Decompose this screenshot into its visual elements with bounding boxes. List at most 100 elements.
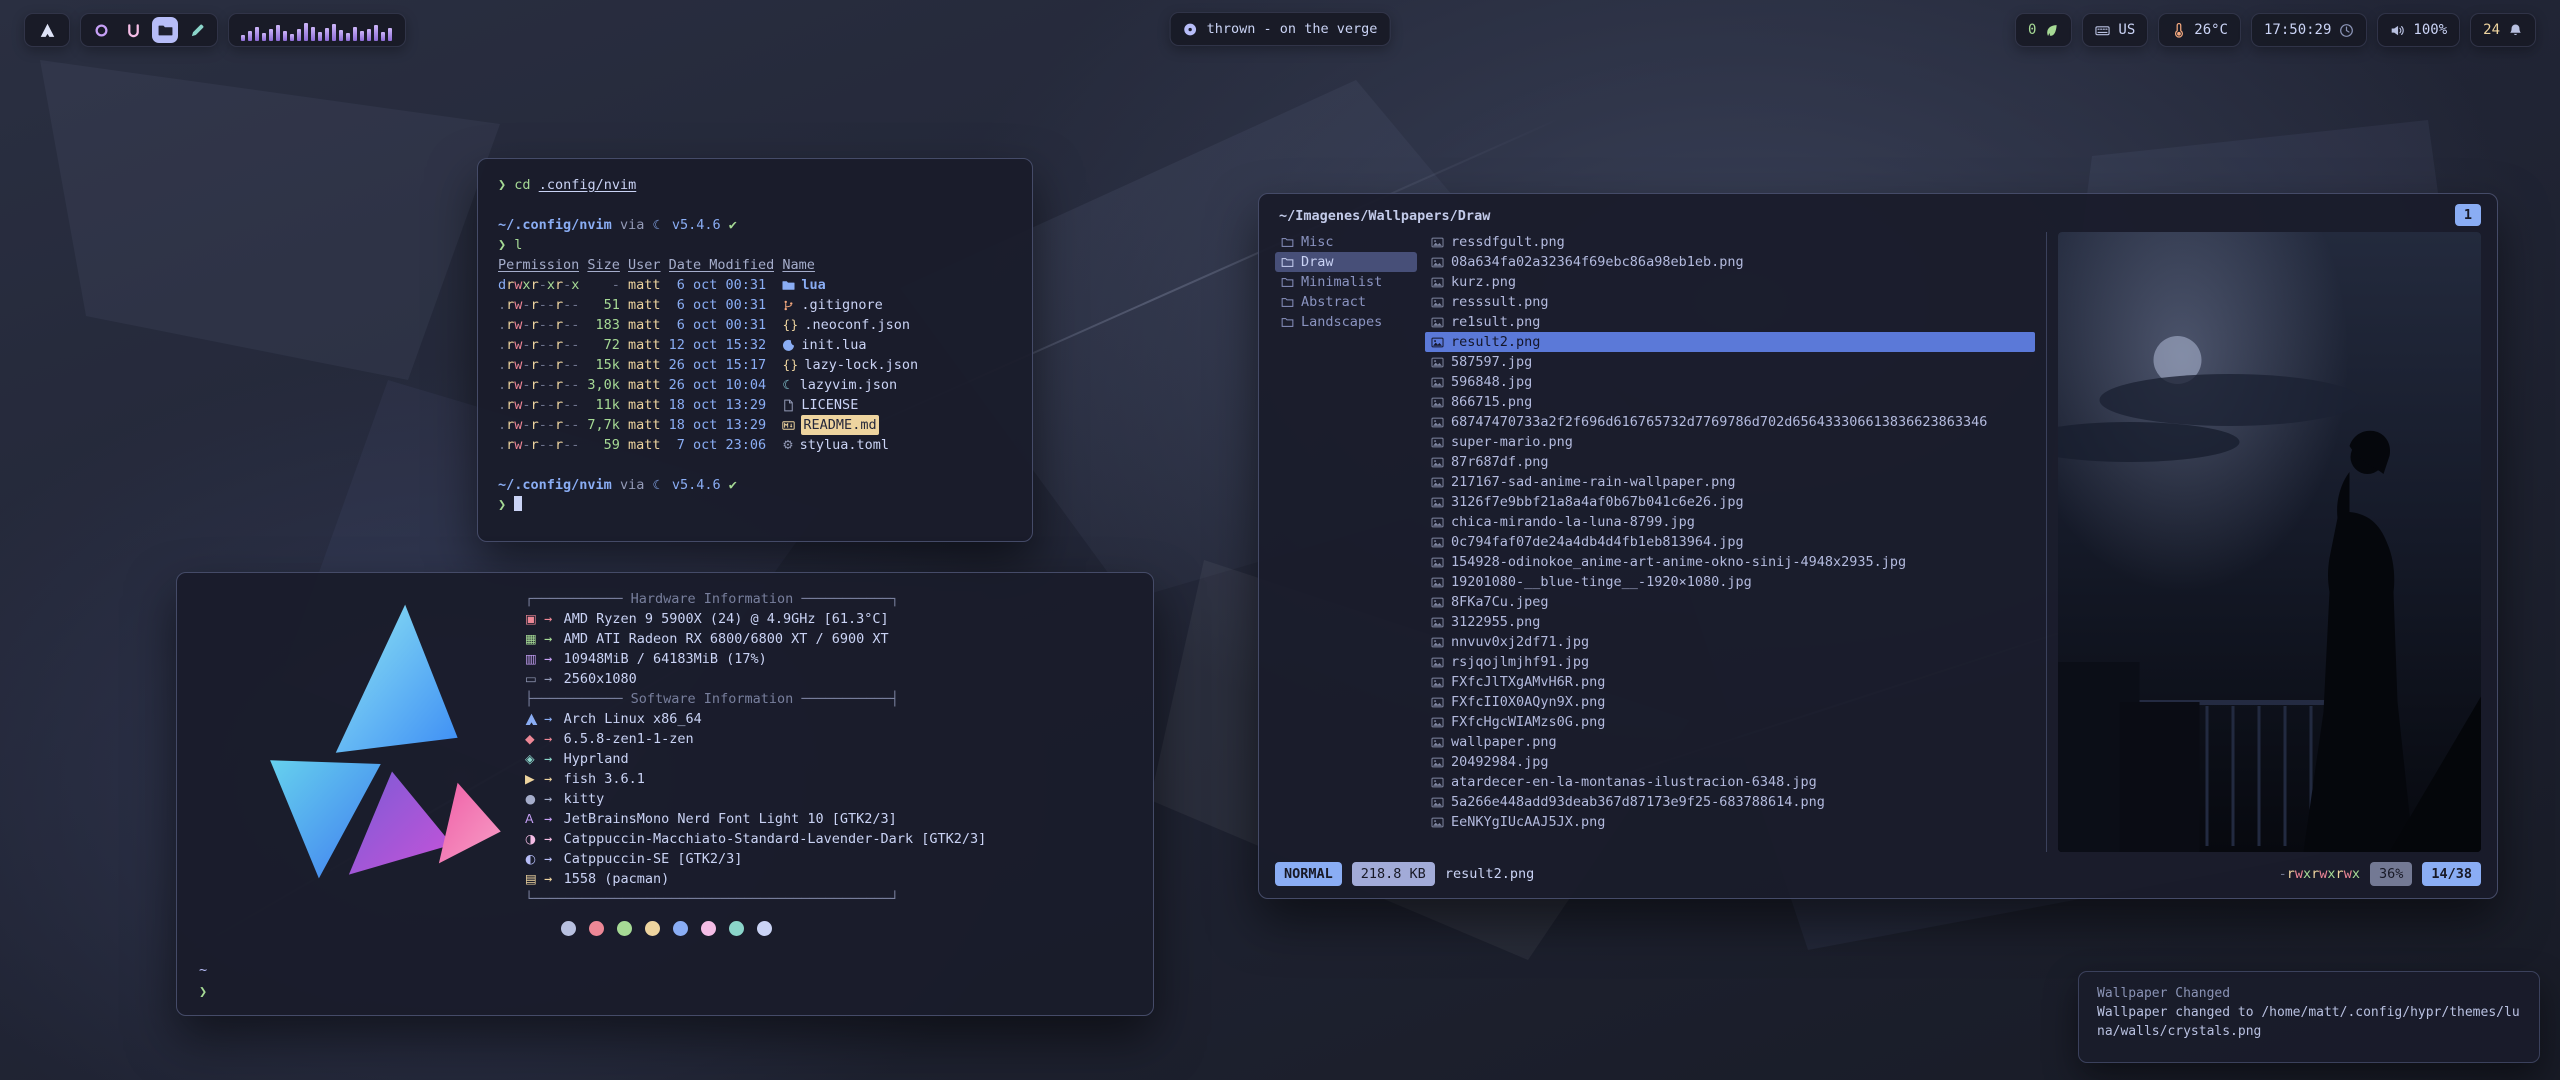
- image-icon: [1431, 636, 1444, 649]
- tab-badge[interactable]: 1: [2455, 204, 2481, 226]
- image-icon: [1431, 756, 1444, 769]
- file-row: .rw-r--r--51matt 6 oct 00:31.gitignore: [498, 295, 1012, 315]
- fm-file-row[interactable]: 154928-odinokoe_anime-art-anime-okno-sin…: [1425, 552, 2035, 572]
- fm-file-row[interactable]: 587597.jpg: [1425, 352, 2035, 372]
- image-icon: [1431, 276, 1444, 289]
- notification-popup[interactable]: Wallpaper Changed Wallpaper changed to /…: [2078, 971, 2540, 1063]
- fm-file-row[interactable]: 19201080-__blue-tinge__-1920×1080.jpg: [1425, 572, 2035, 592]
- image-icon: [1431, 556, 1444, 569]
- fm-file-row[interactable]: FXfcJlTXgAMvH6R.png: [1425, 672, 2035, 692]
- fm-file-row[interactable]: 20492984.jpg: [1425, 752, 2035, 772]
- fetch-item: ◈→Hyprland: [525, 749, 1135, 769]
- launcher-button[interactable]: [24, 13, 70, 47]
- fm-file-row[interactable]: 68747470733a2f2f696d616765732d7769786d70…: [1425, 412, 2035, 432]
- folder-open-icon: [1281, 296, 1294, 309]
- workspace-button[interactable]: [152, 17, 178, 43]
- palette-dot: [561, 921, 576, 936]
- fm-file-row[interactable]: 87r687df.png: [1425, 452, 2035, 472]
- fm-file-row[interactable]: 5a266e448add93deab367d87173e9f25-6837886…: [1425, 792, 2035, 812]
- image-icon: [1431, 656, 1444, 669]
- palette-dot: [617, 921, 632, 936]
- graph-widget[interactable]: [228, 13, 406, 47]
- clock-module[interactable]: 17:50:29: [2251, 13, 2367, 47]
- folder-open-icon: [1281, 256, 1294, 269]
- image-icon: [1431, 316, 1444, 329]
- updates-count: 0: [2028, 22, 2036, 38]
- fetch-item: ◆→6.5.8-zen1-1-zen: [525, 729, 1135, 749]
- font-icon: A: [525, 809, 544, 829]
- fm-file-row[interactable]: nnvuv0xj2df71.jpg: [1425, 632, 2035, 652]
- notifications-module[interactable]: 24: [2470, 13, 2536, 47]
- terminal-window[interactable]: ❯ cd .config/nvim ~/.config/nvim via ☾ v…: [477, 158, 1033, 542]
- fm-file-row[interactable]: FXfcHgcWIAMzs0G.png: [1425, 712, 2035, 732]
- fetch-item: ▥→10948MiB / 64183MiB (17%): [525, 649, 1135, 669]
- json-icon: {}: [782, 359, 798, 372]
- file-manager-window[interactable]: ~/Imagenes/Wallpapers/Draw 1 MiscDrawMin…: [1258, 193, 2498, 899]
- fm-statusbar: NORMAL 218.8 KB result2.png -rwxrwxrwx 3…: [1275, 862, 2481, 886]
- keyboard-layout-module[interactable]: US: [2082, 13, 2148, 47]
- fetch-item: ◑→Catppuccin-Macchiato-Standard-Lavender…: [525, 829, 1135, 849]
- workspace-button[interactable]: [184, 17, 210, 43]
- palette-dot: [729, 921, 744, 936]
- music-title: thrown - on the verge: [1207, 21, 1378, 37]
- image-icon: [1431, 296, 1444, 309]
- sidebar-folder[interactable]: Misc: [1275, 232, 1417, 252]
- image-icon: [1431, 356, 1444, 369]
- fm-file-row[interactable]: 866715.png: [1425, 392, 2035, 412]
- fm-file-row[interactable]: ressdfgult.png: [1425, 232, 2035, 252]
- kernel-icon: ◆: [525, 729, 544, 749]
- gpu-icon: ▦: [525, 629, 544, 649]
- workspaces[interactable]: [80, 13, 218, 47]
- image-icon: [1431, 676, 1444, 689]
- folder-open-icon: [1281, 276, 1294, 289]
- fm-file-row[interactable]: EeNKYgIUcAAJ5JX.png: [1425, 812, 2035, 832]
- image-icon: [1431, 416, 1444, 429]
- fm-file-row[interactable]: 8FKa7Cu.jpeg: [1425, 592, 2035, 612]
- fetch-item: ▤→1558 (pacman): [525, 869, 1135, 889]
- fm-file-row[interactable]: 3126f7e9bbf21a8a4af0b67b041c6e26.jpg: [1425, 492, 2035, 512]
- shell-command-line: ❯ cd .config/nvim: [498, 175, 1012, 195]
- terminal-cursor: [514, 496, 522, 511]
- fm-file-row[interactable]: result2.png: [1425, 332, 2035, 352]
- fm-file-row[interactable]: 3122955.png: [1425, 612, 2035, 632]
- package-icon: ▤: [525, 869, 544, 889]
- fm-file-row[interactable]: re1sult.png: [1425, 312, 2035, 332]
- fm-file-row[interactable]: 0c794faf07de24a4db4d4fb1eb813964.jpg: [1425, 532, 2035, 552]
- color-palette: [561, 921, 772, 936]
- file-row: .rw-r--r--59matt 7 oct 23:06⚙stylua.toml: [498, 435, 1012, 455]
- updates-module[interactable]: 0: [2015, 13, 2072, 47]
- workspace-button[interactable]: [88, 17, 114, 43]
- fm-file-row[interactable]: rsjqojlmjhf91.jpg: [1425, 652, 2035, 672]
- ring-icon: [94, 23, 109, 38]
- fm-file-row[interactable]: 596848.jpg: [1425, 372, 2035, 392]
- sidebar-folder[interactable]: Landscapes: [1275, 312, 1417, 332]
- clock-time: 17:50:29: [2264, 22, 2331, 38]
- fm-file-row[interactable]: FXfcII0X0AQyn9X.png: [1425, 692, 2035, 712]
- fm-file-row[interactable]: atardecer-en-la-montanas-ilustracion-634…: [1425, 772, 2035, 792]
- fm-file-row[interactable]: chica-mirando-la-luna-8799.jpg: [1425, 512, 2035, 532]
- cpu-icon: ▣: [525, 609, 544, 629]
- breadcrumb-path: ~/Imagenes/Wallpapers/Draw: [1279, 206, 1490, 226]
- sidebar-folder[interactable]: Abstract: [1275, 292, 1417, 312]
- image-icon: [1431, 696, 1444, 709]
- fm-file-row[interactable]: kurz.png: [1425, 272, 2035, 292]
- fetch-item: ▭→2560x1080: [525, 669, 1135, 689]
- file-row: .rw-r--r--3,0kmatt26 oct 10:04☾lazyvim.j…: [498, 375, 1012, 395]
- image-icon: [1431, 336, 1444, 349]
- bell-icon: [2508, 23, 2523, 38]
- fish-icon: ▶: [525, 769, 544, 789]
- fm-file-row[interactable]: wallpaper.png: [1425, 732, 2035, 752]
- volume-module[interactable]: 100%: [2377, 13, 2460, 47]
- keyboard-icon: [2095, 23, 2110, 38]
- fm-file-row[interactable]: resssult.png: [1425, 292, 2035, 312]
- fm-file-row[interactable]: 217167-sad-anime-rain-wallpaper.png: [1425, 472, 2035, 492]
- sidebar-folder[interactable]: Draw: [1275, 252, 1417, 272]
- music-widget[interactable]: thrown - on the verge: [1170, 12, 1391, 46]
- fetch-window[interactable]: ┌─────────── Hardware Information ──────…: [176, 572, 1154, 1016]
- sidebar-folder[interactable]: Minimalist: [1275, 272, 1417, 292]
- workspace-button[interactable]: [120, 17, 146, 43]
- fm-file-row[interactable]: super-mario.png: [1425, 432, 2035, 452]
- image-icon: [1431, 536, 1444, 549]
- fm-file-row[interactable]: 08a634fa02a32364f69ebc86a98eb1eb.png: [1425, 252, 2035, 272]
- temperature-module[interactable]: 26°C: [2158, 13, 2241, 47]
